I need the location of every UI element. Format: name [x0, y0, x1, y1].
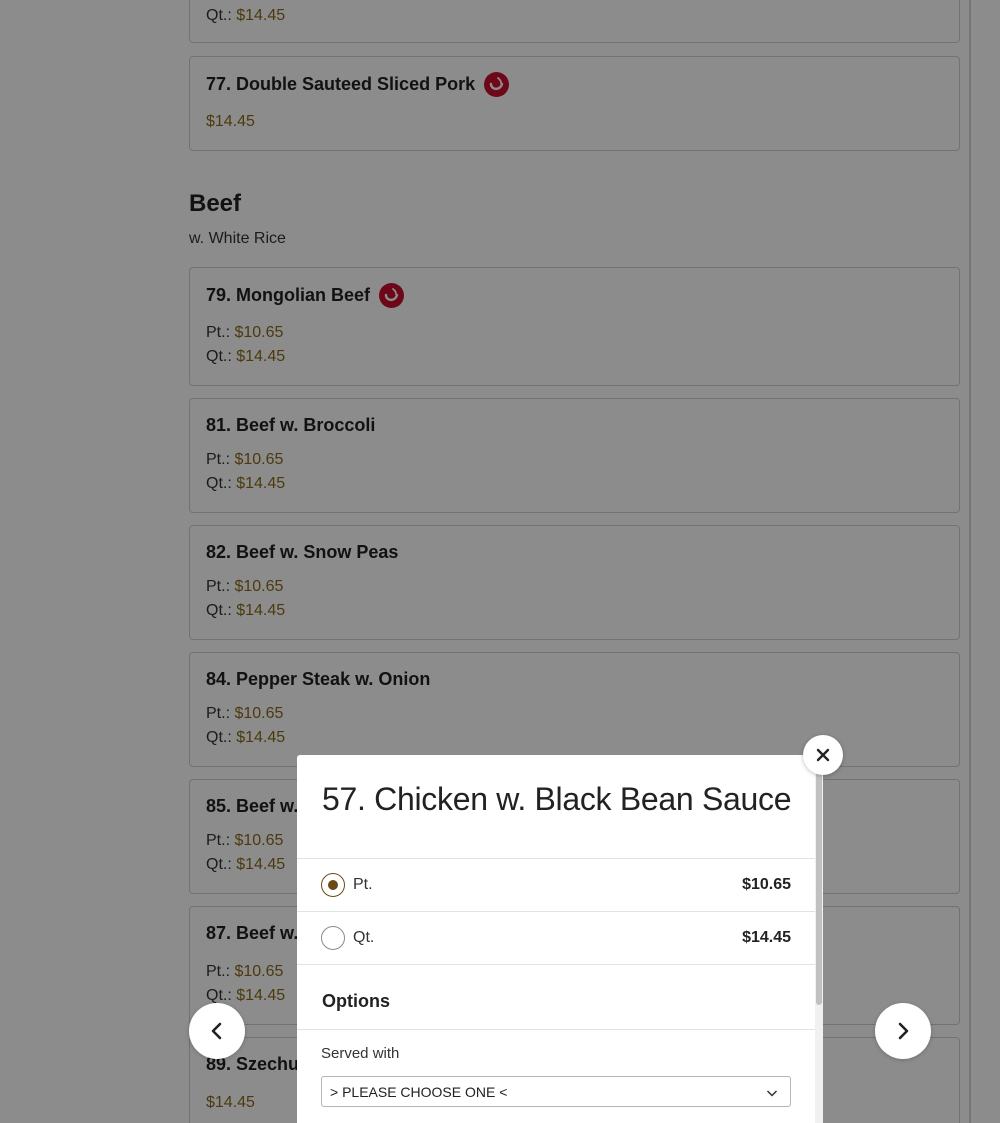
- modal-title: 57. Chicken w. Black Bean Sauce: [322, 781, 792, 817]
- size-option-price: $10.65: [742, 876, 791, 893]
- modal-scrollbar-thumb[interactable]: [816, 765, 822, 1005]
- select-value: > PLEASE CHOOSE ONE <: [330, 1084, 508, 1100]
- item-detail-modal: 57. Chicken w. Black Bean Sauce Pt. $10.…: [297, 755, 823, 1123]
- served-with-label: Served with: [321, 1045, 400, 1062]
- previous-item-button[interactable]: [189, 1003, 245, 1059]
- options-heading: Options: [322, 991, 390, 1011]
- size-option-price: $14.45: [742, 929, 791, 946]
- radio-button[interactable]: [321, 873, 345, 897]
- close-button[interactable]: [803, 735, 843, 775]
- size-option-label: Pt.: [353, 876, 373, 893]
- radio-button[interactable]: [321, 926, 345, 950]
- chevron-down-icon: [766, 1086, 778, 1102]
- divider: [297, 964, 815, 965]
- served-with-select[interactable]: > PLEASE CHOOSE ONE <: [321, 1076, 791, 1107]
- size-option-pt[interactable]: Pt. $10.65: [297, 859, 815, 911]
- divider: [297, 1029, 815, 1030]
- next-item-button[interactable]: [875, 1003, 931, 1059]
- size-option-qt[interactable]: Qt. $14.45: [297, 912, 815, 964]
- size-option-label: Qt.: [353, 929, 375, 946]
